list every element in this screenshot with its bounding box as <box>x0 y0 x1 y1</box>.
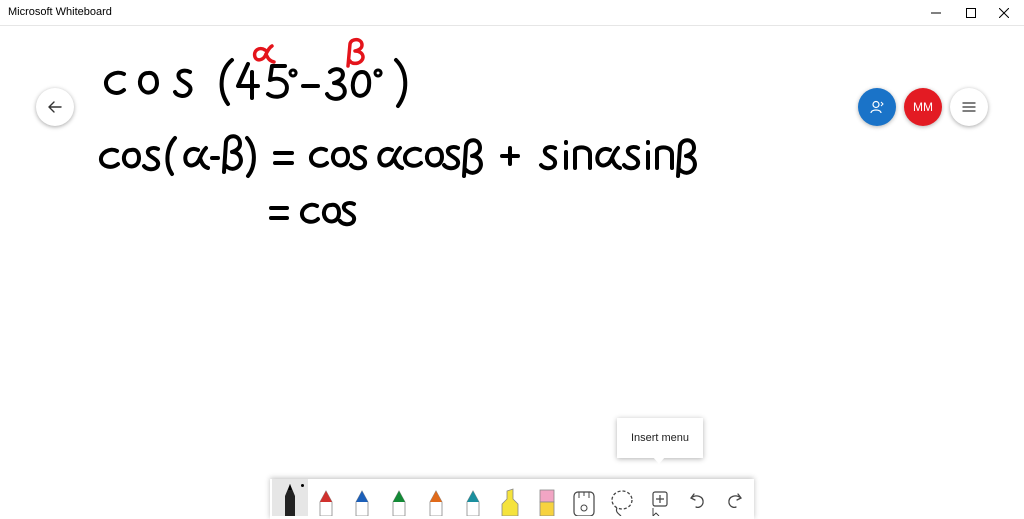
ink-5 <box>266 64 289 99</box>
ink-line2-beta <box>222 134 243 174</box>
ink-line2-cos <box>98 145 161 172</box>
ink-line2-beta2 <box>462 138 483 178</box>
redo-icon <box>728 493 742 509</box>
ink-degree1 <box>288 68 298 78</box>
undo-button[interactable] <box>680 479 716 516</box>
invite-person-icon <box>870 100 884 114</box>
ink-toolbar <box>270 479 754 519</box>
pen-orange-tool[interactable] <box>418 479 454 516</box>
eraser-tool[interactable] <box>529 479 565 516</box>
pen-orange-icon <box>429 490 443 516</box>
ink-line2-cos2 <box>308 144 368 171</box>
ink-4 <box>236 62 260 100</box>
app-title: Microsoft Whiteboard <box>8 6 112 18</box>
ink-line2-alpha2 <box>377 146 404 170</box>
pen-blue-tool[interactable] <box>344 479 380 516</box>
ink-open-paren <box>219 58 234 106</box>
pen-teal-icon <box>466 490 480 516</box>
insert-menu-tooltip: Insert menu <box>617 418 703 458</box>
menu-button[interactable] <box>950 88 988 126</box>
ink-line2-cos3 <box>402 144 461 171</box>
eraser-icon <box>539 489 555 516</box>
undo-icon <box>690 493 704 509</box>
back-button[interactable] <box>36 88 74 126</box>
avatar[interactable]: MM <box>904 88 942 126</box>
ink-line2-sin <box>539 140 592 171</box>
maximize-icon <box>966 7 976 18</box>
ink-line2-alpha3 <box>595 146 622 170</box>
ink-o <box>138 70 159 95</box>
insert-icon <box>652 491 668 516</box>
pen-green-icon <box>392 490 406 516</box>
title-bar: Microsoft Whiteboard <box>0 0 1024 26</box>
ruler-tool[interactable] <box>566 479 602 516</box>
lasso-tool[interactable] <box>604 479 640 516</box>
minimize-icon <box>931 12 941 13</box>
highlighter-tool[interactable] <box>492 479 528 516</box>
tooltip-tail <box>653 457 665 464</box>
ink-s <box>173 68 193 98</box>
hamburger-icon <box>962 102 976 112</box>
insert-tool[interactable] <box>642 479 678 516</box>
tooltip-text: Insert menu <box>630 432 690 444</box>
redo-button[interactable] <box>716 479 752 516</box>
pen-red-icon <box>319 490 333 516</box>
ink-c <box>104 70 126 95</box>
minimize-button[interactable] <box>916 0 956 25</box>
close-icon <box>999 7 1009 18</box>
ink-red-beta <box>346 37 365 68</box>
invite-button[interactable] <box>858 88 896 126</box>
ink-line2-close-paren <box>245 136 256 178</box>
arrow-left-icon <box>48 101 62 113</box>
selected-indicator <box>301 484 304 487</box>
ink-close-paren <box>394 58 408 108</box>
ink-line2-plus <box>500 146 520 166</box>
pen-green-tool[interactable] <box>381 479 417 516</box>
ink-red-alpha <box>252 44 276 64</box>
pen-teal-tool[interactable] <box>455 479 491 516</box>
ink-line2-sin2 <box>622 140 674 171</box>
close-button[interactable] <box>984 0 1024 25</box>
ink-line2-beta3 <box>676 138 697 178</box>
ink-degree2 <box>373 68 383 78</box>
ink-line2-open-paren <box>165 136 177 176</box>
ruler-icon <box>573 491 595 516</box>
ink-line2-equals <box>273 151 294 165</box>
pen-blue-icon <box>355 490 369 516</box>
pen-red-tool[interactable] <box>308 479 344 516</box>
ink-0 <box>350 70 372 98</box>
whiteboard-canvas[interactable]: MM <box>0 26 1024 516</box>
ink-line2-alpha <box>183 146 210 170</box>
ink-line3-equals <box>269 206 289 220</box>
ink-3 <box>325 67 347 101</box>
lasso-icon <box>611 490 633 516</box>
highlighter-icon <box>501 488 519 516</box>
pen-black-icon <box>285 484 295 516</box>
ink-line3-cos <box>299 200 357 227</box>
